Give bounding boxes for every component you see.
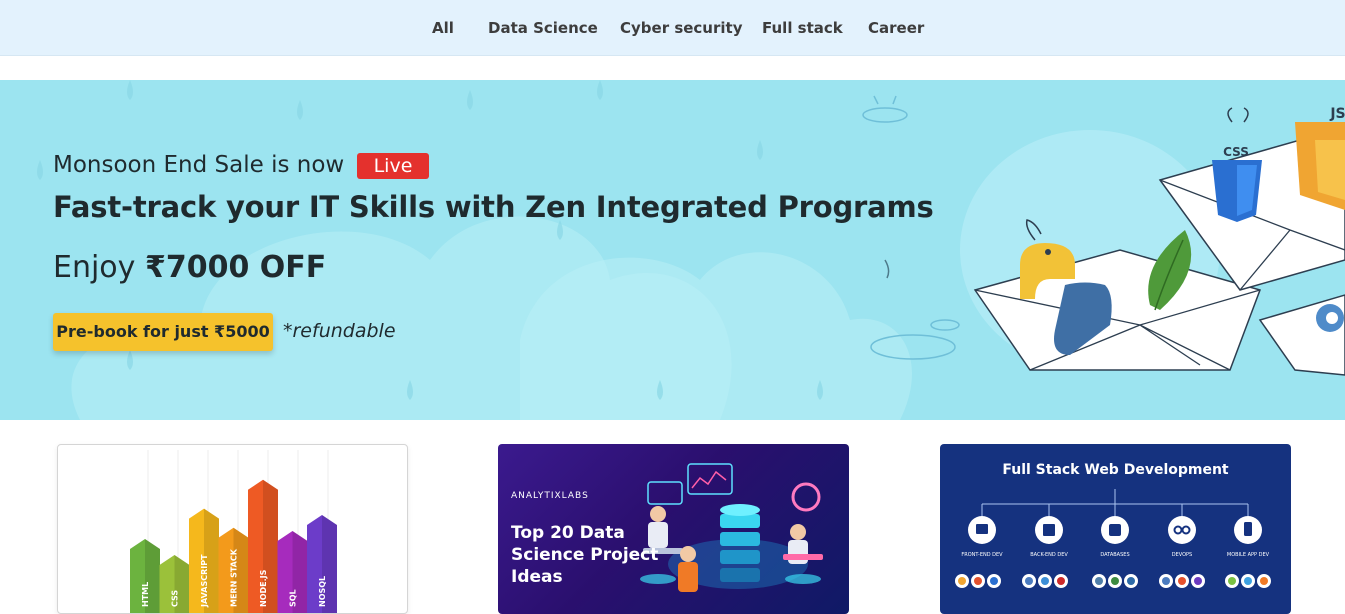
promo-banner[interactable]: CSS JS Monsoon End Sale is now Live Fast… [0,80,1345,420]
offer-prefix: Enjoy [53,250,136,285]
offer-amount: ₹7000 OFF [144,250,327,285]
tab-data-science[interactable]: Data Science [488,19,598,37]
card-title: Full Stack Web Development [1002,462,1229,478]
skill-bar-label: NODE.JS [259,569,268,607]
prebook-button[interactable]: Pre-book for just ₹5000 [53,313,273,351]
sale-announcement: Monsoon End Sale is now [53,152,345,178]
skill-bar-label: CSS [171,590,180,607]
css-logo-text: CSS [1223,145,1249,159]
node-label: DATABASES [1100,552,1130,558]
skill-bar-label: NOSQL [318,576,327,607]
skill-bar-label: MERN STACK [230,548,239,607]
skills-bar-graphic: HTML CSS JAVASCRIPT MERN STACK NODE.JS SQL NOS… [130,450,337,613]
course-card-full-stack-skills[interactable]: HTML CSS JAVASCRIPT MERN STACK NODE.JS SQL NOS… [57,444,408,614]
skill-bar-label: JAVASCRIPT [200,554,209,608]
offer-text: Enjoy ₹7000 OFF [53,250,326,285]
course-card-full-stack[interactable]: Full Stack Web Development FRONT-END DEV… [940,444,1291,614]
skill-bar-label: SQL [289,589,298,607]
tab-cyber-security[interactable]: Cyber security [620,19,742,37]
refundable-note: *refundable [283,320,396,342]
category-nav: All Data Science Cyber security Full sta… [0,0,1345,56]
live-badge: Live [357,153,429,179]
banner-headline: Fast-track your IT Skills with Zen Integ… [53,190,934,224]
card-brand-label: ANALYTIXLABS [511,491,589,501]
tab-career[interactable]: Career [868,19,924,37]
skill-bar-label: HTML [141,582,150,607]
tab-full-stack[interactable]: Full stack [762,19,843,37]
course-card-data-science[interactable]: ANALYTIXLABS Top 20 Data Science Project… [498,444,849,614]
tab-all[interactable]: All [432,19,454,37]
node-label: DEVOPS [1171,552,1193,558]
card-title: Top 20 Data Science Project Ideas [511,523,659,587]
node-label: FRONT-END DEV [961,552,1003,558]
js-logo-text: JS [1329,106,1345,122]
node-label: MOBILE APP DEV [1226,552,1270,558]
node-label: BACK-END DEV [1030,552,1068,558]
